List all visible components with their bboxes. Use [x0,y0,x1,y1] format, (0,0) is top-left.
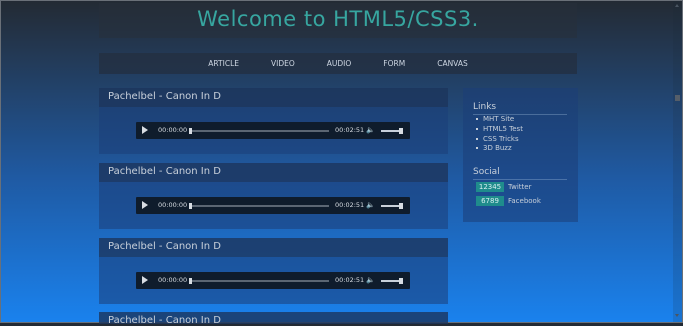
audio-section: Pachelbel - Canon In D 00:00:00 00:02:51… [99,163,448,229]
duration: 00:02:51 [335,276,365,284]
social-heading: Social [473,167,500,177]
link-label[interactable]: CSS Tricks [483,135,519,143]
nav-canvas[interactable]: CANVAS [437,59,468,68]
link-label[interactable]: HTML5 Test [483,125,523,133]
audio-section: Pachelbel - Canon In D 00:00:00 00:02:51… [99,88,448,154]
seek-bar[interactable] [189,130,329,132]
site-header: Welcome to HTML5/CSS3. [99,3,577,38]
links-heading: Links [473,102,497,112]
volume-handle[interactable] [399,203,403,209]
section-title: Pachelbel - Canon In D [108,241,221,252]
duration: 00:02:51 [335,201,365,209]
twitter-label[interactable]: Twitter [508,183,531,191]
section-header: Pachelbel - Canon In D [99,312,448,326]
scroll-up-icon[interactable] [675,4,679,7]
audio-section: Pachelbel - Canon In D 00:00:00 00:02:51… [99,238,448,304]
link-3d-buzz[interactable]: 3D Buzz [476,144,512,152]
play-icon[interactable] [142,126,148,134]
play-icon[interactable] [142,201,148,209]
current-time: 00:00:00 [158,201,188,209]
section-header: Pachelbel - Canon In D [99,238,448,257]
current-time: 00:00:00 [158,276,188,284]
duration: 00:02:51 [335,126,365,134]
volume-handle[interactable] [399,278,403,284]
bullet-icon [476,138,478,140]
link-label[interactable]: 3D Buzz [483,144,512,152]
seek-handle[interactable] [189,278,192,284]
volume-icon[interactable]: 🔈 [366,276,375,284]
volume-icon[interactable]: 🔈 [366,126,375,134]
scroll-down-icon[interactable] [675,314,679,317]
audio-player: 00:00:00 00:02:51 🔈 [136,197,410,214]
audio-player: 00:00:00 00:02:51 🔈 [136,272,410,289]
seek-handle[interactable] [189,128,192,134]
site-title: Welcome to HTML5/CSS3. [197,7,479,31]
link-label[interactable]: MHT Site [483,115,514,123]
section-header: Pachelbel - Canon In D [99,163,448,182]
sidebar: Links MHT Site HTML5 Test CSS Tricks 3D … [463,88,578,222]
bullet-icon [476,147,478,149]
seek-handle[interactable] [189,203,192,209]
scroll-thumb[interactable] [675,95,680,101]
play-icon[interactable] [142,276,148,284]
link-mht-site[interactable]: MHT Site [476,115,514,123]
nav-audio[interactable]: AUDIO [327,59,352,68]
seek-bar[interactable] [189,280,329,282]
facebook-label[interactable]: Facebook [508,197,541,205]
bullet-icon [476,128,478,130]
nav-video[interactable]: VIDEO [271,59,295,68]
section-title: Pachelbel - Canon In D [108,166,221,177]
section-title: Pachelbel - Canon In D [108,315,221,326]
volume-icon[interactable]: 🔈 [366,201,375,209]
main-nav: ARTICLE VIDEO AUDIO FORM CANVAS [99,53,577,74]
audio-player: 00:00:00 00:02:51 🔈 [136,122,410,139]
nav-article[interactable]: ARTICLE [208,59,239,68]
vertical-scrollbar[interactable] [673,1,682,322]
audio-section: Pachelbel - Canon In D [99,312,448,326]
link-css-tricks[interactable]: CSS Tricks [476,135,519,143]
section-title: Pachelbel - Canon In D [108,91,221,102]
link-html5-test[interactable]: HTML5 Test [476,125,523,133]
current-time: 00:00:00 [158,126,188,134]
section-header: Pachelbel - Canon In D [99,88,448,107]
facebook-count-badge: 6789 [476,196,504,206]
bullet-icon [476,118,478,120]
nav-form[interactable]: FORM [383,59,405,68]
twitter-count-badge: 12345 [476,182,504,192]
volume-handle[interactable] [399,128,403,134]
divider [473,179,567,180]
seek-bar[interactable] [189,205,329,207]
